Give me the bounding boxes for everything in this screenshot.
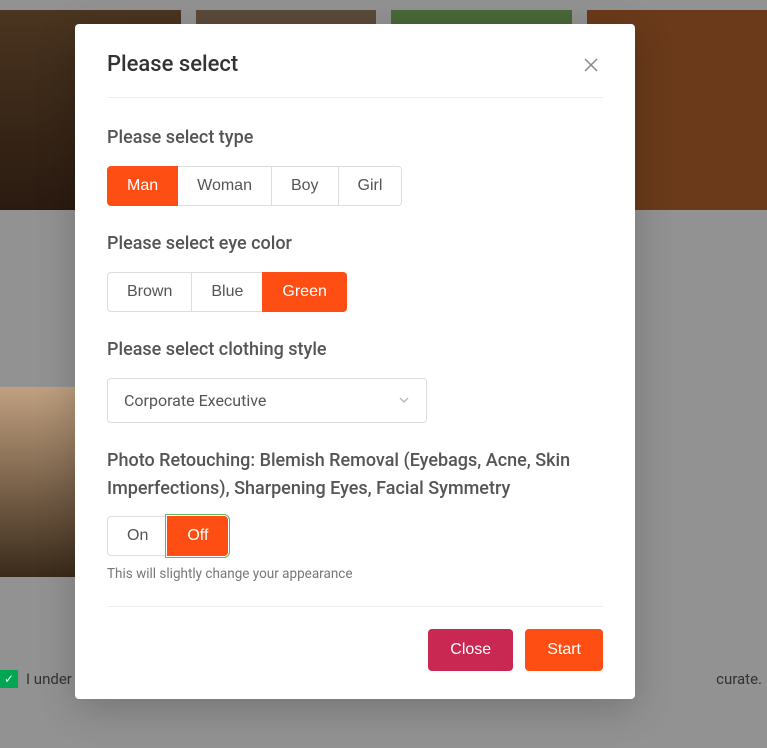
retouch-option-on[interactable]: On	[107, 516, 168, 556]
clothing-section: Please select clothing style Corporate E…	[107, 336, 603, 423]
consent-checkbox-row: ✓ I under	[0, 670, 72, 688]
modal-header: Please select	[107, 52, 603, 98]
eye-color-label: Please select eye color	[107, 230, 603, 258]
retouch-option-off[interactable]: Off	[167, 516, 228, 556]
type-option-man[interactable]: Man	[107, 166, 178, 206]
type-section: Please select type Man Woman Boy Girl	[107, 124, 603, 206]
selection-modal: Please select Please select type Man Wom…	[75, 24, 635, 699]
consent-text-suffix: curate.	[716, 670, 762, 688]
clothing-selected-value: Corporate Executive	[124, 391, 266, 410]
eye-color-options: Brown Blue Green	[107, 272, 603, 312]
close-icon[interactable]	[579, 53, 603, 77]
eye-option-blue[interactable]: Blue	[191, 272, 263, 312]
close-button[interactable]: Close	[428, 629, 513, 671]
eye-option-green[interactable]: Green	[262, 272, 346, 312]
type-label: Please select type	[107, 124, 603, 152]
eye-option-brown[interactable]: Brown	[107, 272, 192, 312]
type-options: Man Woman Boy Girl	[107, 166, 603, 206]
type-option-boy[interactable]: Boy	[271, 166, 339, 206]
modal-title: Please select	[107, 52, 238, 77]
consent-text-prefix: I under	[26, 670, 72, 688]
consent-checkbox[interactable]: ✓	[0, 670, 18, 688]
retouching-section: Photo Retouching: Blemish Removal (Eyeba…	[107, 447, 603, 583]
chevron-down-icon	[398, 394, 410, 406]
type-option-girl[interactable]: Girl	[338, 166, 403, 206]
clothing-label: Please select clothing style	[107, 336, 603, 364]
retouching-options: On Off	[107, 516, 603, 556]
retouching-label: Photo Retouching: Blemish Removal (Eyeba…	[107, 447, 603, 503]
retouching-helper-text: This will slightly change your appearanc…	[107, 566, 603, 582]
type-option-woman[interactable]: Woman	[177, 166, 272, 206]
start-button[interactable]: Start	[525, 629, 603, 671]
modal-footer: Close Start	[107, 606, 603, 671]
eye-color-section: Please select eye color Brown Blue Green	[107, 230, 603, 312]
clothing-select[interactable]: Corporate Executive	[107, 378, 427, 423]
